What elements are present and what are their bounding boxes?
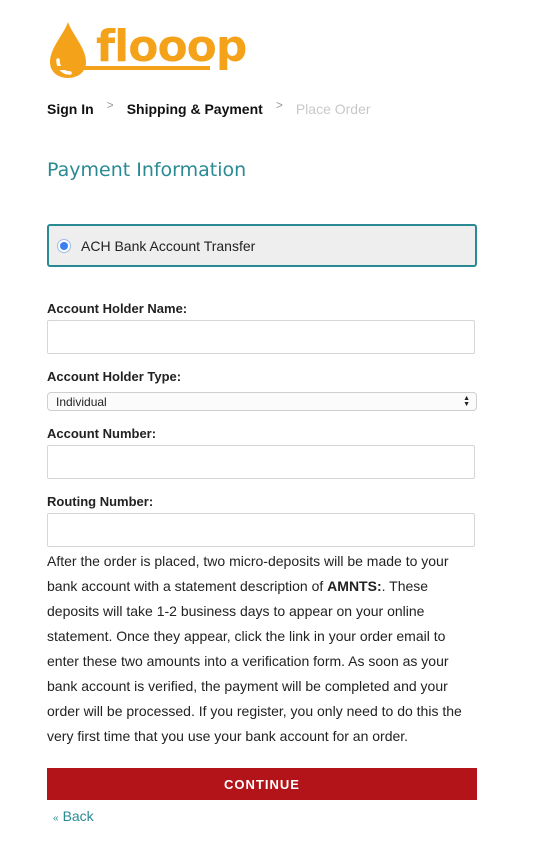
step-sign-in[interactable]: Sign In xyxy=(47,101,94,117)
routing-number-label: Routing Number: xyxy=(47,494,154,509)
logo-text: flooop xyxy=(96,20,247,72)
account-holder-name-input[interactable] xyxy=(47,320,475,354)
account-holder-type-select[interactable]: Individual ▲ ▼ xyxy=(47,392,477,411)
step-separator: > xyxy=(106,98,114,112)
ach-radio-button[interactable] xyxy=(57,238,71,253)
back-link[interactable]: «Back xyxy=(53,808,94,824)
logo-underline xyxy=(54,66,210,70)
radio-selected-dot xyxy=(60,241,68,250)
back-link-label: Back xyxy=(62,808,94,824)
routing-number-input[interactable] xyxy=(47,513,475,547)
ach-option-label: ACH Bank Account Transfer xyxy=(81,237,256,254)
account-number-input[interactable] xyxy=(47,445,475,479)
step-shipping-payment: Shipping & Payment xyxy=(126,101,263,117)
info-text-end: . These deposits will take 1-2 business … xyxy=(47,578,462,744)
select-updown-arrows-icon: ▲ ▼ xyxy=(463,394,470,408)
double-chevron-left-icon: « xyxy=(53,813,59,824)
checkout-steps-breadcrumb: Sign In > Shipping & Payment > Place Ord… xyxy=(47,98,371,117)
step-place-order: Place Order xyxy=(295,101,371,117)
flooop-logo[interactable]: flooop xyxy=(48,18,247,82)
account-holder-type-label: Account Holder Type: xyxy=(47,369,182,384)
water-drop-icon xyxy=(50,22,86,78)
continue-button[interactable]: CONTINUE xyxy=(47,768,477,800)
account-holder-name-label: Account Holder Name: xyxy=(47,301,188,316)
account-holder-type-value: Individual xyxy=(56,394,107,409)
step-separator: > xyxy=(275,98,283,112)
micro-deposit-info-text: After the order is placed, two micro-dep… xyxy=(47,549,467,749)
statement-description-code: AMNTS: xyxy=(327,578,382,594)
ach-payment-option[interactable]: ACH Bank Account Transfer xyxy=(47,224,477,267)
payment-information-title: Payment Information xyxy=(47,159,247,181)
account-number-label: Account Number: xyxy=(47,426,157,441)
